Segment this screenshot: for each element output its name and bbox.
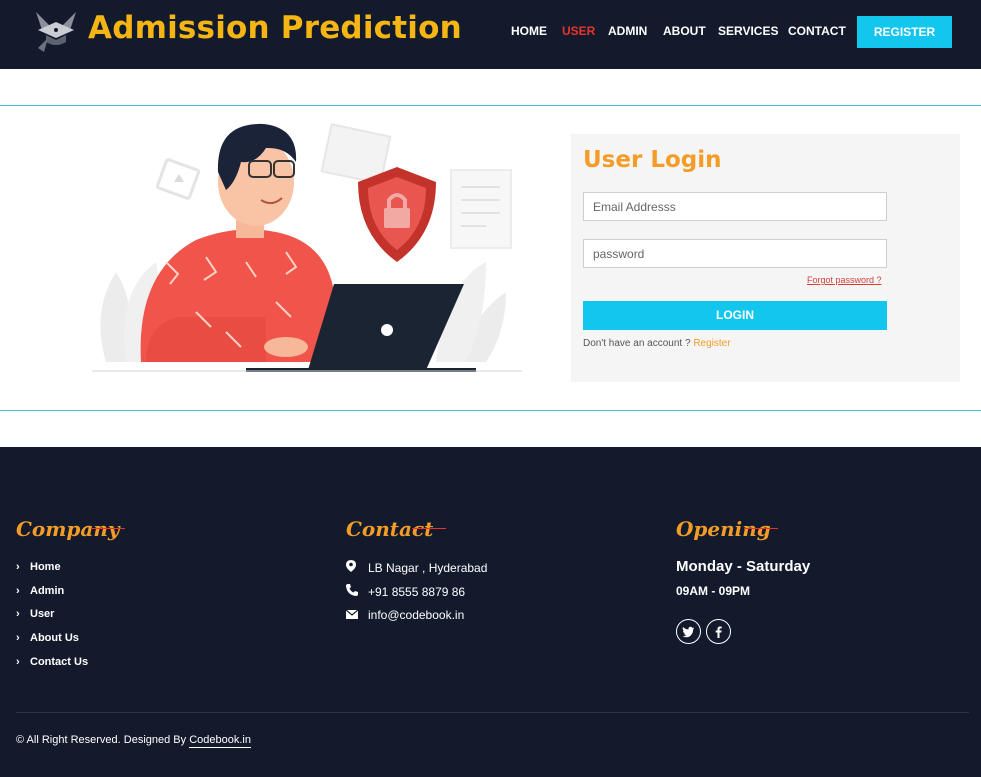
copyright: © All Right Reserved. Designed By Codebo…: [16, 734, 251, 748]
chevron-right-icon: ›: [16, 585, 20, 597]
bottom-divider: [0, 410, 981, 411]
chevron-right-icon: ›: [16, 608, 20, 620]
nav-admin[interactable]: ADMIN: [608, 24, 647, 38]
nav-home[interactable]: HOME: [511, 24, 547, 38]
opening-hours: 09AM - 09PM: [676, 584, 751, 598]
opening-heading-line: [744, 528, 778, 529]
codebook-link[interactable]: Codebook.in: [189, 734, 251, 748]
chevron-right-icon: ›: [16, 656, 20, 668]
graduation-cap-icon[interactable]: [32, 8, 80, 54]
contact-heading: Contact: [346, 517, 434, 541]
footer-link-about[interactable]: › About Us: [16, 632, 79, 644]
contact-phone: +91 8555 8879 86: [346, 584, 465, 599]
login-title: User Login: [583, 147, 722, 173]
footer-link-admin[interactable]: › Admin: [16, 585, 64, 597]
twitter-button[interactable]: [676, 619, 701, 644]
site-footer: Company › Home › Admin › User › About Us › Co…: [0, 447, 981, 777]
footer-link-home[interactable]: › Home: [16, 561, 61, 573]
no-account-text: Don't have an account ? Register: [583, 338, 731, 349]
login-illustration: [92, 123, 522, 372]
brand-title[interactable]: Admission Prediction: [88, 10, 462, 46]
twitter-icon: [682, 626, 694, 638]
chevron-right-icon: ›: [16, 632, 20, 644]
top-divider: [0, 105, 981, 106]
footer-link-user[interactable]: › User: [16, 608, 54, 620]
opening-heading: Opening: [676, 517, 771, 541]
map-marker-icon: [346, 560, 368, 575]
password-input[interactable]: [583, 239, 887, 268]
footer-link-contact[interactable]: › Contact Us: [16, 656, 88, 668]
login-card: User Login Forgot password ? LOGIN Don't…: [571, 134, 960, 382]
nav-user[interactable]: USER: [562, 24, 595, 38]
company-heading-line: [91, 528, 125, 529]
register-button[interactable]: REGISTER: [857, 16, 952, 48]
phone-icon: [346, 584, 368, 599]
facebook-icon: [715, 626, 722, 638]
contact-address: LB Nagar , Hyderabad: [346, 560, 487, 575]
contact-email: info@codebook.in: [345, 608, 464, 622]
nav-about[interactable]: ABOUT: [663, 24, 706, 38]
login-button[interactable]: LOGIN: [583, 301, 887, 330]
forgot-password-link[interactable]: Forgot password ?: [807, 275, 882, 285]
email-input[interactable]: [583, 192, 887, 221]
register-link[interactable]: Register: [693, 338, 730, 349]
company-heading: Company: [16, 517, 120, 541]
site-header: Admission Prediction HOME USER ADMIN ABO…: [0, 0, 981, 69]
nav-services[interactable]: SERVICES: [718, 24, 778, 38]
contact-heading-line: [412, 528, 446, 529]
no-account-label: Don't have an account ?: [583, 338, 691, 349]
nav-contact[interactable]: CONTACT: [788, 24, 846, 38]
chevron-right-icon: ›: [16, 561, 20, 573]
envelope-icon: [345, 608, 368, 622]
footer-divider: [16, 712, 969, 713]
facebook-button[interactable]: [706, 619, 731, 644]
opening-days: Monday - Saturday: [676, 558, 811, 575]
